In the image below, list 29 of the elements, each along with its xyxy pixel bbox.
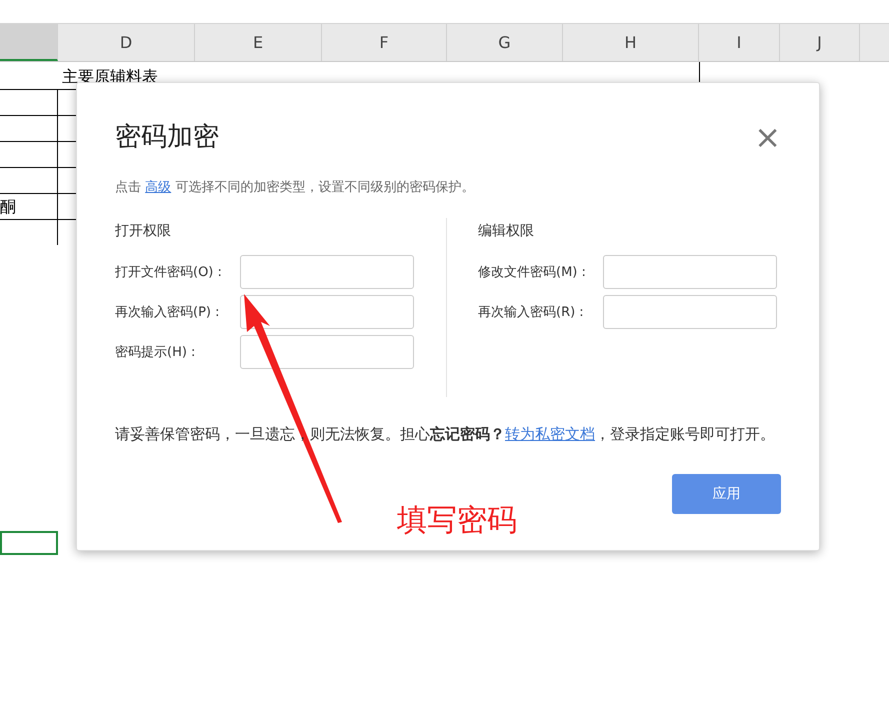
column-header[interactable]: E <box>195 24 322 61</box>
field-label: 再次输入密码(R) : <box>478 304 585 321</box>
close-button[interactable]: × <box>754 120 781 152</box>
hint-text: 点击 高级 可选择不同的加密类型，设置不同级别的密码保护。 <box>115 179 476 196</box>
column-header[interactable]: F <box>322 24 447 61</box>
field-label: 密码提示(H) : <box>115 344 196 361</box>
selected-cell[interactable] <box>0 531 58 555</box>
column-header[interactable]: G <box>447 24 563 61</box>
column-header[interactable] <box>0 24 58 61</box>
advanced-link[interactable]: 高级 <box>145 180 172 195</box>
field-label: 打开文件密码(O) : <box>115 264 223 281</box>
password-field[interactable] <box>240 255 414 289</box>
password-field[interactable] <box>603 255 777 289</box>
column-header[interactable]: D <box>58 24 195 61</box>
password-field[interactable] <box>240 335 414 369</box>
column-header[interactable]: J <box>780 24 860 61</box>
note-text: 请妥善保管密码，一旦遗忘，则无法恢复。担心忘记密码？转为私密文档，登录指定账号即可打开。 <box>115 425 776 444</box>
field-label: 再次输入密码(P) : <box>115 304 220 321</box>
password-field[interactable] <box>240 295 414 329</box>
annotation-text: 填写密码 <box>397 502 517 540</box>
table-cell: 酮 <box>0 193 58 219</box>
column-header[interactable]: H <box>563 24 699 61</box>
password-field[interactable] <box>603 295 777 329</box>
section-heading: 编辑权限 <box>478 222 535 240</box>
field-label: 修改文件密码(M) : <box>478 264 587 281</box>
dialog-title: 密码加密 <box>115 121 219 154</box>
column-header[interactable]: I <box>699 24 780 61</box>
private-document-link[interactable]: 转为私密文档 <box>505 425 595 443</box>
section-heading: 打开权限 <box>115 222 172 240</box>
